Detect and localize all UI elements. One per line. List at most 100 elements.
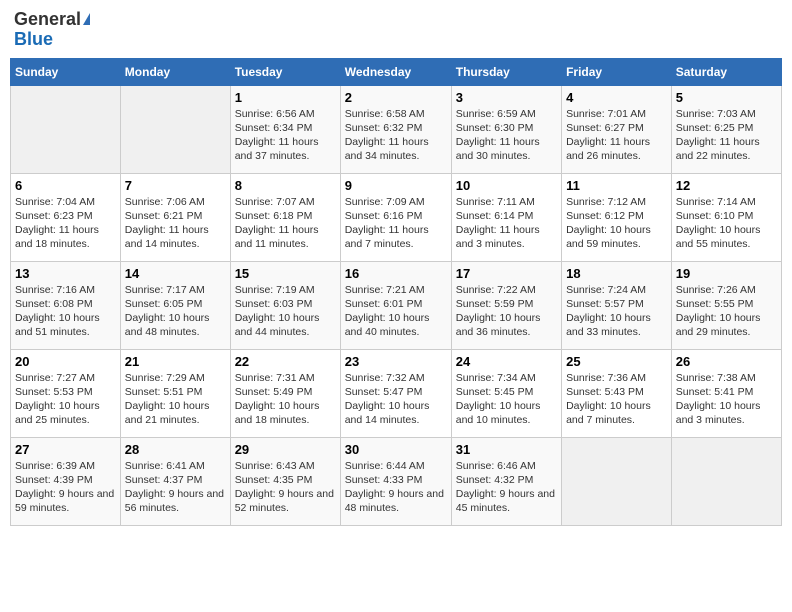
calendar-cell: 22Sunrise: 7:31 AMSunset: 5:49 PMDayligh…	[230, 349, 340, 437]
calendar-cell: 13 Sunrise: 7:16 AMSunset: 6:08 PMDayligh…	[11, 261, 121, 349]
calendar-cell: 4 Sunrise: 7:01 AMSunset: 6:27 PMDaylight…	[562, 85, 672, 173]
week-row-3: 13 Sunrise: 7:16 AMSunset: 6:08 PMDayligh…	[11, 261, 782, 349]
cell-info: Sunrise: 7:24 AMSunset: 5:57 PMDaylight:…	[566, 283, 667, 340]
day-number: 21	[125, 354, 226, 369]
day-number: 12	[676, 178, 777, 193]
cell-info: Sunrise: 7:12 AMSunset: 6:12 PMDaylight:…	[566, 195, 667, 252]
cell-info: Sunrise: 7:32 AMSunset: 5:47 PMDaylight:…	[345, 371, 447, 428]
calendar-cell: 5 Sunrise: 7:03 AMSunset: 6:25 PMDaylight…	[671, 85, 781, 173]
calendar-cell: 15Sunrise: 7:19 AMSunset: 6:03 PMDayligh…	[230, 261, 340, 349]
day-number: 29	[235, 442, 336, 457]
header-row: SundayMondayTuesdayWednesdayThursdayFrid…	[11, 58, 782, 85]
calendar-cell: 12 Sunrise: 7:14 AMSunset: 6:10 PMDayligh…	[671, 173, 781, 261]
calendar-cell: 29 Sunrise: 6:43 AMSunset: 4:35 PMDayligh…	[230, 437, 340, 525]
cell-info: Sunrise: 7:07 AMSunset: 6:18 PMDaylight:…	[235, 195, 336, 252]
logo-blue: Blue	[14, 30, 90, 50]
day-number: 23	[345, 354, 447, 369]
cell-info: Sunrise: 6:44 AMSunset: 4:33 PMDaylight:…	[345, 459, 447, 516]
day-number: 15	[235, 266, 336, 281]
calendar-cell: 28Sunrise: 6:41 AMSunset: 4:37 PMDayligh…	[120, 437, 230, 525]
calendar-cell: 17 Sunrise: 7:22 AMSunset: 5:59 PMDayligh…	[451, 261, 561, 349]
week-row-1: 1 Sunrise: 6:56 AMSunset: 6:34 PMDaylight…	[11, 85, 782, 173]
day-number: 22	[235, 354, 336, 369]
week-row-5: 27Sunrise: 6:39 AMSunset: 4:39 PMDayligh…	[11, 437, 782, 525]
calendar-cell: 30 Sunrise: 6:44 AMSunset: 4:33 PMDayligh…	[340, 437, 451, 525]
cell-info: Sunrise: 7:36 AMSunset: 5:43 PMDaylight:…	[566, 371, 667, 428]
calendar-cell	[671, 437, 781, 525]
cell-info: Sunrise: 6:59 AMSunset: 6:30 PMDaylight:…	[456, 107, 557, 164]
calendar-cell: 18 Sunrise: 7:24 AMSunset: 5:57 PMDayligh…	[562, 261, 672, 349]
day-number: 9	[345, 178, 447, 193]
day-number: 10	[456, 178, 557, 193]
calendar-cell: 19 Sunrise: 7:26 AMSunset: 5:55 PMDayligh…	[671, 261, 781, 349]
cell-info: Sunrise: 6:46 AMSunset: 4:32 PMDaylight:…	[456, 459, 557, 516]
calendar-cell: 7Sunrise: 7:06 AMSunset: 6:21 PMDaylight…	[120, 173, 230, 261]
calendar-cell: 11Sunrise: 7:12 AMSunset: 6:12 PMDayligh…	[562, 173, 672, 261]
header-day-sunday: Sunday	[11, 58, 121, 85]
logo: General Blue	[14, 10, 90, 50]
week-row-4: 20Sunrise: 7:27 AMSunset: 5:53 PMDayligh…	[11, 349, 782, 437]
cell-info: Sunrise: 7:06 AMSunset: 6:21 PMDaylight:…	[125, 195, 226, 252]
cell-info: Sunrise: 7:16 AMSunset: 6:08 PMDaylight:…	[15, 283, 116, 340]
calendar-cell: 6Sunrise: 7:04 AMSunset: 6:23 PMDaylight…	[11, 173, 121, 261]
cell-info: Sunrise: 6:39 AMSunset: 4:39 PMDaylight:…	[15, 459, 116, 516]
cell-info: Sunrise: 7:29 AMSunset: 5:51 PMDaylight:…	[125, 371, 226, 428]
header-day-tuesday: Tuesday	[230, 58, 340, 85]
calendar-cell: 14Sunrise: 7:17 AMSunset: 6:05 PMDayligh…	[120, 261, 230, 349]
day-number: 3	[456, 90, 557, 105]
calendar-cell: 27Sunrise: 6:39 AMSunset: 4:39 PMDayligh…	[11, 437, 121, 525]
calendar-cell: 20Sunrise: 7:27 AMSunset: 5:53 PMDayligh…	[11, 349, 121, 437]
day-number: 8	[235, 178, 336, 193]
cell-info: Sunrise: 7:03 AMSunset: 6:25 PMDaylight:…	[676, 107, 777, 164]
day-number: 13	[15, 266, 116, 281]
day-number: 2	[345, 90, 447, 105]
calendar-cell	[11, 85, 121, 173]
cell-info: Sunrise: 6:56 AMSunset: 6:34 PMDaylight:…	[235, 107, 336, 164]
header-day-friday: Friday	[562, 58, 672, 85]
cell-info: Sunrise: 7:11 AMSunset: 6:14 PMDaylight:…	[456, 195, 557, 252]
day-number: 18	[566, 266, 667, 281]
cell-info: Sunrise: 7:22 AMSunset: 5:59 PMDaylight:…	[456, 283, 557, 340]
cell-info: Sunrise: 6:58 AMSunset: 6:32 PMDaylight:…	[345, 107, 447, 164]
logo-general: General	[14, 10, 90, 30]
day-number: 30	[345, 442, 447, 457]
day-number: 19	[676, 266, 777, 281]
cell-info: Sunrise: 7:38 AMSunset: 5:41 PMDaylight:…	[676, 371, 777, 428]
cell-info: Sunrise: 7:27 AMSunset: 5:53 PMDaylight:…	[15, 371, 116, 428]
calendar-cell: 31 Sunrise: 6:46 AMSunset: 4:32 PMDayligh…	[451, 437, 561, 525]
calendar-cell	[120, 85, 230, 173]
day-number: 17	[456, 266, 557, 281]
calendar-cell: 26 Sunrise: 7:38 AMSunset: 5:41 PMDayligh…	[671, 349, 781, 437]
header-day-wednesday: Wednesday	[340, 58, 451, 85]
calendar-cell	[562, 437, 672, 525]
calendar-cell: 3 Sunrise: 6:59 AMSunset: 6:30 PMDaylight…	[451, 85, 561, 173]
day-number: 1	[235, 90, 336, 105]
calendar-cell: 8 Sunrise: 7:07 AMSunset: 6:18 PMDaylight…	[230, 173, 340, 261]
calendar-cell: 23 Sunrise: 7:32 AMSunset: 5:47 PMDayligh…	[340, 349, 451, 437]
calendar-header: SundayMondayTuesdayWednesdayThursdayFrid…	[11, 58, 782, 85]
calendar-cell: 25 Sunrise: 7:36 AMSunset: 5:43 PMDayligh…	[562, 349, 672, 437]
day-number: 28	[125, 442, 226, 457]
day-number: 31	[456, 442, 557, 457]
calendar-cell: 10 Sunrise: 7:11 AMSunset: 6:14 PMDayligh…	[451, 173, 561, 261]
day-number: 26	[676, 354, 777, 369]
cell-info: Sunrise: 7:34 AMSunset: 5:45 PMDaylight:…	[456, 371, 557, 428]
day-number: 4	[566, 90, 667, 105]
header-day-saturday: Saturday	[671, 58, 781, 85]
header-day-monday: Monday	[120, 58, 230, 85]
cell-info: Sunrise: 7:09 AMSunset: 6:16 PMDaylight:…	[345, 195, 447, 252]
cell-info: Sunrise: 7:01 AMSunset: 6:27 PMDaylight:…	[566, 107, 667, 164]
cell-info: Sunrise: 7:14 AMSunset: 6:10 PMDaylight:…	[676, 195, 777, 252]
day-number: 16	[345, 266, 447, 281]
day-number: 6	[15, 178, 116, 193]
calendar-cell: 1 Sunrise: 6:56 AMSunset: 6:34 PMDaylight…	[230, 85, 340, 173]
calendar-cell: 16Sunrise: 7:21 AMSunset: 6:01 PMDayligh…	[340, 261, 451, 349]
day-number: 25	[566, 354, 667, 369]
cell-info: Sunrise: 7:26 AMSunset: 5:55 PMDaylight:…	[676, 283, 777, 340]
day-number: 14	[125, 266, 226, 281]
calendar-cell: 24Sunrise: 7:34 AMSunset: 5:45 PMDayligh…	[451, 349, 561, 437]
cell-info: Sunrise: 6:43 AMSunset: 4:35 PMDaylight:…	[235, 459, 336, 516]
calendar-cell: 2 Sunrise: 6:58 AMSunset: 6:32 PMDaylight…	[340, 85, 451, 173]
day-number: 5	[676, 90, 777, 105]
calendar-cell: 21 Sunrise: 7:29 AMSunset: 5:51 PMDayligh…	[120, 349, 230, 437]
